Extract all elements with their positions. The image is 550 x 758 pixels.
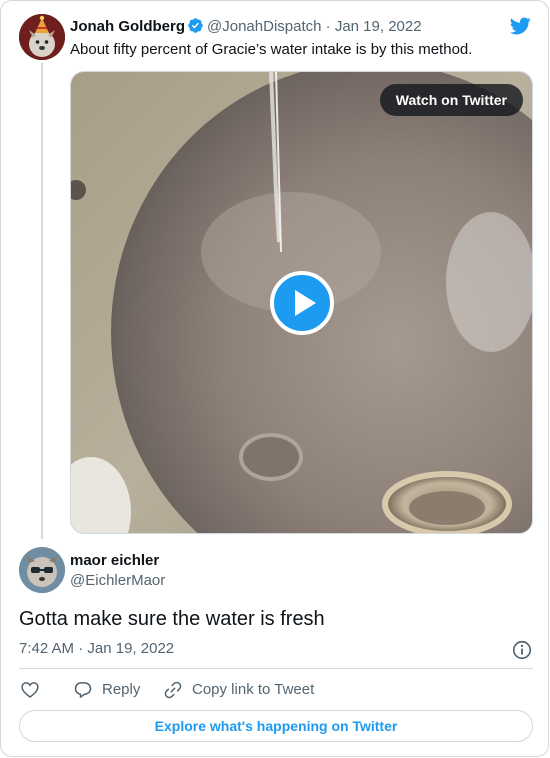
- copy-link-button[interactable]: Copy link to Tweet: [163, 679, 323, 701]
- reply-author-name[interactable]: maor eichler: [70, 551, 159, 571]
- heart-icon: [21, 682, 39, 699]
- reply-button[interactable]: Reply: [73, 679, 163, 701]
- reply-bubble-icon: [74, 682, 92, 698]
- reply-tweet-text: Gotta make sure the water is fresh: [19, 608, 325, 630]
- copy-link-label: Copy link to Tweet: [192, 681, 315, 698]
- reply-tweet-timestamp[interactable]: 7:42 AM · Jan 19, 2022: [19, 639, 174, 659]
- reply-author-handle[interactable]: @EichlerMaor: [70, 571, 165, 591]
- like-button[interactable]: [19, 679, 41, 701]
- reply-time: 7:42 AM: [19, 640, 75, 657]
- verified-badge-icon: [187, 17, 204, 40]
- author-handle[interactable]: @JonahDispatch: [207, 18, 321, 35]
- parent-tweet-text: About fifty percent of Gracie’s water in…: [70, 41, 473, 58]
- parent-tweet-header: Jonah Goldberg @JonahDispatch · Jan 19, 2…: [70, 17, 422, 40]
- watch-on-twitter-button[interactable]: Watch on Twitter: [379, 84, 523, 116]
- explore-twitter-button[interactable]: Explore what's happening on Twitter: [19, 710, 533, 742]
- divider: [19, 668, 533, 669]
- reply-date: Jan 19, 2022: [87, 640, 175, 657]
- play-icon[interactable]: [270, 271, 334, 335]
- embedded-tweet-card: Jonah Goldberg @JonahDispatch · Jan 19, 2…: [0, 0, 549, 757]
- thread-connector-line: [41, 63, 43, 539]
- info-icon[interactable]: [511, 639, 533, 666]
- link-icon: [164, 681, 182, 699]
- video-thumbnail[interactable]: Watch on Twitter: [70, 71, 533, 534]
- reply-author-avatar[interactable]: [19, 547, 65, 593]
- parent-tweet-date[interactable]: Jan 19, 2022: [335, 18, 422, 35]
- twitter-bird-icon[interactable]: [508, 15, 532, 42]
- separator-dot: ·: [325, 18, 331, 35]
- author-avatar[interactable]: [19, 14, 65, 60]
- separator-dot: ·: [78, 640, 84, 657]
- reply-label: Reply: [102, 681, 141, 698]
- author-name[interactable]: Jonah Goldberg: [70, 18, 185, 35]
